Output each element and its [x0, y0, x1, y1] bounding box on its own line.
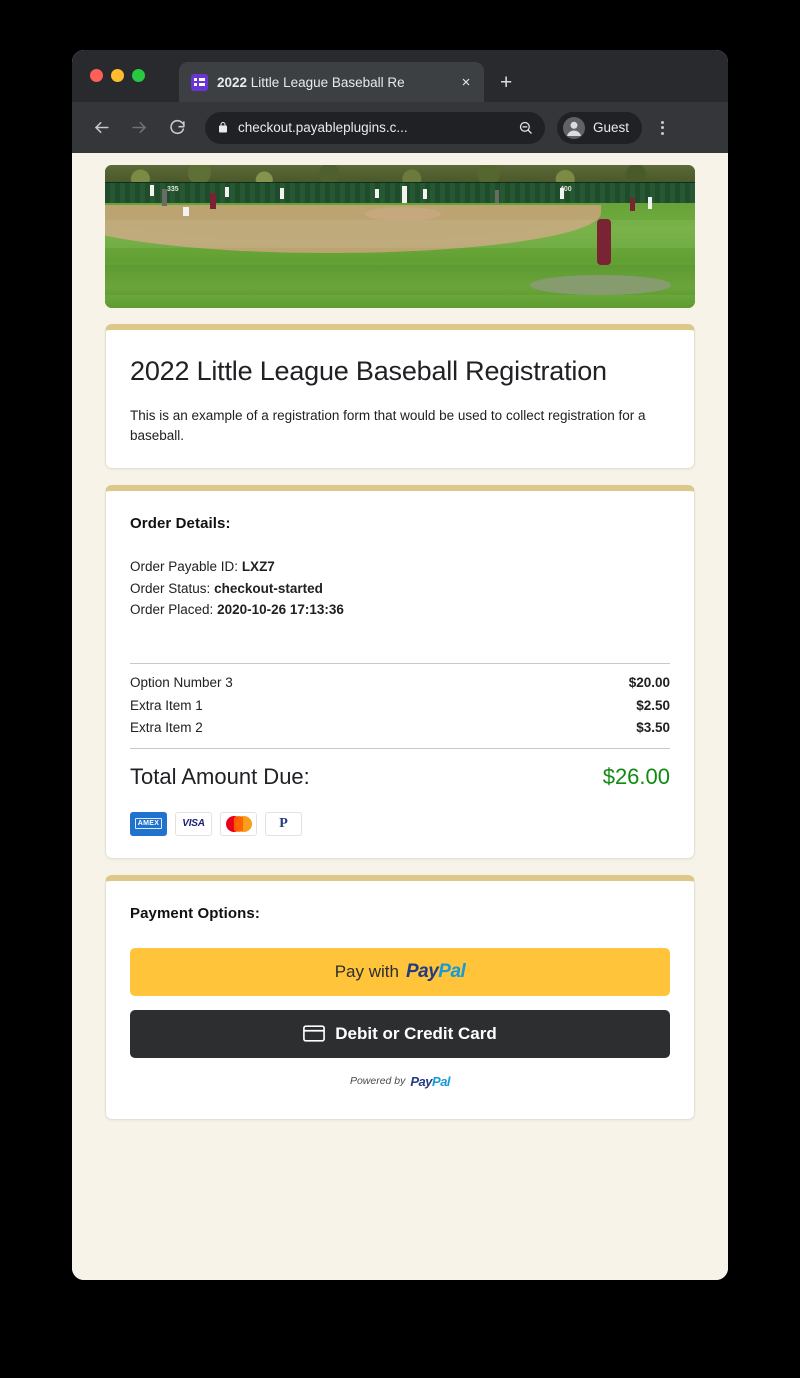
- table-row: Extra Item 1 $2.50: [130, 695, 670, 718]
- close-window-button[interactable]: [90, 69, 103, 82]
- item-amount: $2.50: [636, 697, 670, 713]
- item-name: Option Number 3: [130, 674, 233, 690]
- total-amount: $26.00: [602, 763, 670, 789]
- order-items-list: Option Number 3 $20.00 Extra Item 1 $2.5…: [130, 672, 670, 740]
- visa-label: VISA: [182, 818, 205, 830]
- browser-toolbar: checkout.payableplugins.c... Guest: [72, 102, 728, 153]
- table-row: Extra Item 2 $3.50: [130, 717, 670, 740]
- address-bar[interactable]: checkout.payableplugins.c...: [205, 111, 545, 144]
- item-name: Extra Item 2: [130, 720, 203, 736]
- zoom-out-icon[interactable]: [518, 120, 533, 135]
- item-amount: $20.00: [628, 674, 670, 690]
- item-name: Extra Item 1: [130, 697, 203, 713]
- fence-distance-335: 335: [167, 186, 179, 193]
- visa-icon: VISA: [175, 811, 212, 836]
- order-details-card: Order Details: Order Payable ID: LXZ7 Or…: [105, 485, 695, 859]
- account-circle-icon: [562, 116, 586, 140]
- total-divider: [130, 747, 670, 749]
- debit-or-credit-card-button[interactable]: Debit or Credit Card: [130, 1009, 670, 1058]
- total-row: Total Amount Due: $26.00: [130, 764, 670, 790]
- paypal-button-prefix: Pay with: [334, 961, 399, 981]
- order-status-label: Order Status:: [130, 580, 211, 596]
- payment-options-card: Payment Options: Pay with PayPal Debit o…: [105, 874, 695, 1120]
- amex-label: AMEX: [134, 818, 163, 830]
- item-amount: $3.50: [636, 720, 670, 736]
- arrow-left-icon[interactable]: [86, 113, 116, 143]
- powered-by-paypal: Powered by PayPal: [130, 1074, 670, 1089]
- order-payable-id-label: Order Payable ID:: [130, 559, 239, 575]
- minimize-window-button[interactable]: [111, 69, 124, 82]
- tab-strip: 2022 Little League Baseball Re × +: [72, 50, 728, 102]
- order-details-heading: Order Details:: [130, 515, 231, 533]
- pay-with-paypal-button[interactable]: Pay with PayPal: [130, 947, 670, 996]
- credit-card-icon: [303, 1025, 326, 1043]
- hero-baseball-field-image: 335 400: [105, 165, 695, 308]
- page-content: 335 400 2022 Little League Baseball Regi…: [72, 153, 728, 1280]
- tab-title: 2022 Little League Baseball Re: [217, 75, 449, 90]
- paypal-wordmark: PayPal: [405, 960, 466, 983]
- paypal-wordmark-pay: Pay: [405, 960, 439, 982]
- paypal-wordmark-pal: Pal: [438, 960, 466, 982]
- browser-window: 2022 Little League Baseball Re × + check…: [72, 50, 728, 1280]
- payment-options-heading: Payment Options:: [130, 904, 260, 922]
- order-payable-id-row: Order Payable ID: LXZ7: [130, 556, 670, 578]
- arrow-right-icon[interactable]: [124, 113, 154, 143]
- window-traffic-lights: [90, 69, 145, 82]
- new-tab-button[interactable]: +: [500, 72, 512, 93]
- table-row: Option Number 3 $20.00: [130, 672, 670, 695]
- order-placed-value: 2020-10-26 17:13:36: [217, 602, 344, 618]
- close-tab-button[interactable]: ×: [458, 75, 474, 90]
- profile-button[interactable]: Guest: [557, 111, 643, 144]
- reload-icon[interactable]: [162, 113, 192, 143]
- lock-icon: [217, 121, 229, 134]
- tab-title-year: 2022: [217, 74, 248, 90]
- paypal-wordmark-pay: Pay: [410, 1073, 433, 1089]
- order-status-value: checkout-started: [214, 580, 323, 596]
- amex-icon: AMEX: [130, 811, 167, 836]
- accepted-card-brands: AMEX VISA P: [130, 811, 670, 836]
- maximize-window-button[interactable]: [132, 69, 145, 82]
- order-meta: Order Payable ID: LXZ7 Order Status: che…: [130, 556, 670, 621]
- forms-list-icon: [191, 73, 208, 91]
- form-title-card: 2022 Little League Baseball Registration…: [105, 324, 695, 470]
- address-bar-url: checkout.payableplugins.c...: [238, 120, 408, 135]
- order-payable-id-value: LXZ7: [241, 559, 275, 575]
- order-placed-label: Order Placed:: [130, 602, 214, 618]
- total-label: Total Amount Due:: [130, 763, 310, 789]
- order-status-row: Order Status: checkout-started: [130, 578, 670, 600]
- form-description: This is an example of a registration for…: [130, 407, 646, 443]
- mastercard-icon: [220, 811, 257, 836]
- paypal-wordmark-pal: Pal: [432, 1073, 451, 1089]
- debit-or-credit-card-label: Debit or Credit Card: [335, 1023, 497, 1043]
- paypal-mark-label: P: [279, 815, 288, 831]
- tab-title-rest: Little League Baseball Re: [247, 74, 405, 90]
- paypal-wordmark: PayPal: [410, 1074, 450, 1089]
- powered-by-prefix: Powered by: [349, 1075, 406, 1088]
- page-title: 2022 Little League Baseball Registration: [130, 356, 607, 386]
- paypal-icon: P: [265, 811, 302, 836]
- kebab-menu-icon[interactable]: [653, 120, 671, 135]
- order-placed-row: Order Placed: 2020-10-26 17:13:36: [130, 599, 670, 621]
- browser-tab[interactable]: 2022 Little League Baseball Re ×: [179, 62, 484, 102]
- profile-label: Guest: [593, 120, 630, 135]
- items-divider: [130, 662, 670, 664]
